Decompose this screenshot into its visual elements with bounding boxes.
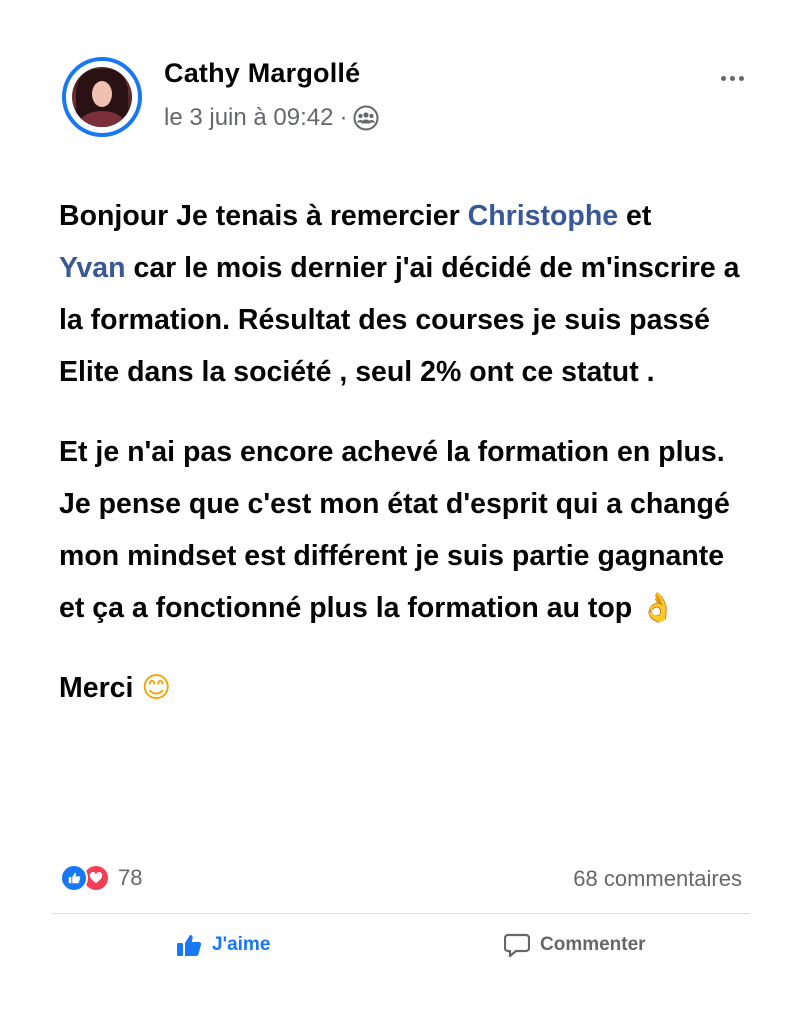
like-label: J'aime bbox=[212, 934, 271, 955]
paragraph-text: et bbox=[618, 200, 652, 232]
post-meta: le 3 juin à 09:42 · bbox=[164, 104, 379, 132]
smile-emoji: 😊 bbox=[141, 671, 172, 704]
like-button[interactable]: J'aime bbox=[176, 928, 270, 962]
reactions-summary[interactable]: 78 bbox=[60, 864, 142, 892]
paragraph-text: Et je n'ai pas encore achevé la formatio… bbox=[59, 436, 730, 624]
comment-icon bbox=[504, 933, 530, 958]
paragraph-text: Bonjour Je tenais à remercier bbox=[59, 200, 468, 232]
post-paragraph-2: Et je n'ai pas encore achevé la formatio… bbox=[59, 426, 749, 634]
paragraph-text: Merci bbox=[59, 672, 142, 704]
comment-label: Commenter bbox=[540, 934, 646, 955]
mention-yvan[interactable]: Yvan bbox=[59, 252, 126, 284]
reaction-count: 78 bbox=[118, 865, 143, 890]
post-paragraph-3: Merci 😊 bbox=[59, 662, 749, 714]
post-paragraph-1: Bonjour Je tenais à remercier Christophe… bbox=[59, 190, 749, 398]
comments-count[interactable]: 68 commentaires bbox=[573, 866, 742, 892]
more-options-icon[interactable] bbox=[712, 66, 752, 90]
group-icon bbox=[353, 105, 379, 131]
avatar-photo bbox=[72, 67, 132, 127]
avatar[interactable] bbox=[62, 57, 142, 137]
paragraph-text: car le mois dernier j'ai décidé de m'ins… bbox=[59, 252, 740, 388]
ok-hand-emoji: 👌 bbox=[640, 591, 676, 624]
like-reaction-icon bbox=[60, 864, 88, 892]
mention-christophe[interactable]: Christophe bbox=[468, 200, 618, 232]
comment-button[interactable]: Commenter bbox=[504, 928, 646, 962]
post-timestamp[interactable]: le 3 juin à 09:42 bbox=[164, 104, 333, 132]
author-name[interactable]: Cathy Margollé bbox=[164, 58, 360, 89]
divider bbox=[52, 913, 750, 914]
thumbs-up-icon bbox=[177, 935, 202, 956]
post-content: Bonjour Je tenais à remercier Christophe… bbox=[59, 190, 749, 714]
facebook-post: Cathy Margollé le 3 juin à 09:42 · Bonjo… bbox=[0, 0, 800, 1016]
meta-separator: · bbox=[339, 104, 348, 131]
